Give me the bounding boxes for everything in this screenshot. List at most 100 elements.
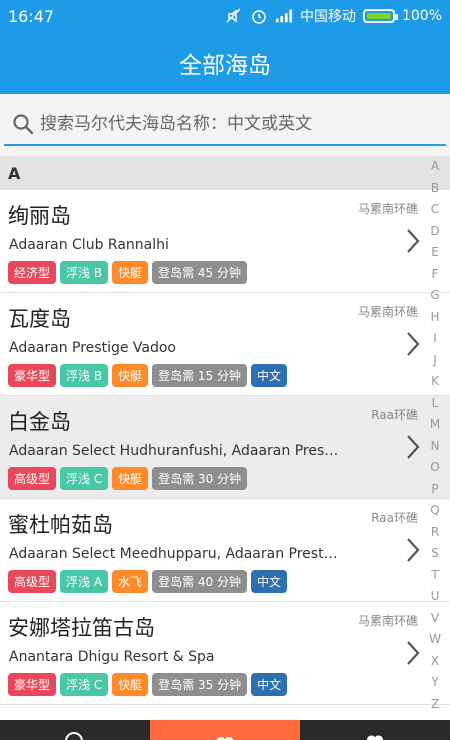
status-icons: 中国移动 100% [225, 6, 442, 26]
island-row[interactable]: 安娜塔拉笛古岛 马累南环礁 Anantara Dhigu Resort & Sp… [0, 602, 450, 705]
island-tag: 快艇 [112, 467, 149, 490]
search-icon [12, 113, 34, 135]
island-tag: 快艇 [112, 364, 149, 387]
island-tag: 登岛需 30 分钟 [152, 467, 248, 490]
search-input[interactable] [40, 114, 430, 134]
island-name-cn: 安娜塔拉笛古岛 [8, 616, 155, 640]
alarm-icon [250, 7, 268, 25]
mute-icon [225, 7, 243, 25]
index-letter[interactable]: Z [431, 698, 439, 710]
island-name-en: Adaaran Club Rannalhi [9, 237, 169, 253]
island-row[interactable]: 白金岛 Raa环礁 Adaaran Select Hudhuranfushi, … [0, 396, 450, 499]
index-letter[interactable]: F [432, 268, 439, 280]
heart-icon [367, 735, 383, 740]
index-letter[interactable]: C [431, 203, 439, 215]
island-tag: 中文 [251, 673, 288, 696]
index-letter[interactable]: R [431, 526, 439, 538]
status-bar: 16:47 中国移动 100% [0, 0, 450, 32]
search-box[interactable] [4, 104, 446, 146]
index-letter[interactable]: Q [430, 504, 439, 516]
island-tags: 高级型 浮浅 A 水飞 登岛需 40 分钟 中文 [8, 570, 287, 593]
index-letter[interactable]: D [430, 225, 439, 237]
island-tag: 高级型 [8, 467, 57, 490]
search-bar [0, 94, 450, 156]
chevron-right-icon [407, 641, 420, 665]
index-letter[interactable]: S [431, 547, 439, 559]
tab-search[interactable] [0, 720, 150, 740]
island-tag: 中文 [250, 570, 287, 593]
island-tag: 登岛需 35 分钟 [152, 673, 248, 696]
chevron-right-icon [407, 435, 420, 459]
bottom-tab-bar [0, 720, 450, 740]
island-tag: 中文 [251, 364, 288, 387]
index-letter[interactable]: K [431, 375, 439, 387]
search-tab-icon [65, 732, 83, 740]
index-letter[interactable]: H [430, 311, 439, 323]
index-letter[interactable]: W [429, 633, 441, 645]
island-tag: 登岛需 45 分钟 [152, 261, 247, 284]
section-header: A [0, 156, 450, 190]
index-letter[interactable]: V [431, 612, 439, 624]
island-tag: 登岛需 15 分钟 [152, 364, 247, 387]
island-tag: 浮浅 A [60, 570, 109, 593]
island-atoll: 马累南环礁 [357, 305, 418, 319]
index-letter[interactable]: P [431, 483, 438, 495]
index-letter[interactable]: L [432, 397, 439, 409]
island-tag: 浮浅 B [60, 364, 109, 387]
island-row[interactable]: 绚丽岛 马累南环礁 Adaaran Club Rannalhi 经济型 浮浅 B快… [0, 190, 450, 293]
index-letter[interactable]: A [431, 160, 439, 172]
battery-icon [362, 9, 398, 23]
island-name-en: Adaaran Prestige Vadoo [9, 340, 177, 356]
index-letter[interactable]: O [430, 461, 439, 473]
island-tag: 浮浅 C [60, 467, 109, 490]
island-name-cn: 蜜杜帕茹岛 [8, 513, 113, 537]
island-atoll: 马累南环礁 [357, 202, 418, 216]
island-tag: 浮浅 B [60, 261, 109, 284]
island-tag: 快艇 [112, 673, 149, 696]
index-letter[interactable]: U [431, 590, 440, 602]
island-tags: 豪华型 浮浅 B 快艇 登岛需 15 分钟 中文 [8, 364, 288, 387]
island-name-cn: 白金岛 [8, 410, 71, 434]
index-letter[interactable]: G [430, 289, 439, 301]
island-row[interactable]: 蜜杜帕茹岛 Raa环礁 Adaaran Select Meedhupparu, … [0, 499, 450, 602]
tab-islands[interactable] [150, 720, 300, 740]
chevron-right-icon [407, 229, 420, 253]
alphabet-index[interactable]: ABCDEFGHIJKLMNOPQRSTUVWXYZ [420, 160, 450, 710]
index-letter[interactable]: E [431, 246, 439, 258]
nav-bar: 全部海岛 [0, 32, 450, 94]
island-tags: 高级型 浮浅 C 快艇 登岛需 30 分钟 [8, 467, 248, 490]
index-letter[interactable]: X [431, 655, 439, 667]
island-tab-icon [216, 737, 234, 740]
chevron-right-icon [407, 332, 420, 356]
tab-favorites[interactable] [300, 720, 450, 740]
island-tag: 登岛需 40 分钟 [152, 570, 247, 593]
index-letter[interactable]: M [430, 418, 440, 430]
island-row-partial[interactable] [0, 705, 450, 720]
island-name-en: Adaaran Select Hudhuranfushi, Adaaran Pr… [9, 443, 339, 459]
island-tags: 豪华型 浮浅 C 快艇 登岛需 35 分钟 中文 [8, 673, 288, 696]
index-letter[interactable]: I [433, 332, 437, 344]
battery-label: 100% [401, 8, 442, 24]
chevron-right-icon [407, 538, 420, 562]
island-atoll: 马累南环礁 [357, 614, 418, 628]
island-tag: 经济型 [8, 261, 57, 284]
island-tags: 经济型 浮浅 B 快艇 登岛需 45 分钟 [8, 261, 247, 284]
island-row[interactable]: 瓦度岛 马累南环礁 Adaaran Prestige Vadoo 豪华型 浮浅 B… [0, 293, 450, 396]
island-tag: 豪华型 [8, 673, 57, 696]
status-time: 16:47 [8, 6, 55, 26]
island-name-cn: 绚丽岛 [8, 204, 71, 228]
island-tag: 水飞 [112, 570, 149, 593]
page-title: 全部海岛 [179, 53, 271, 79]
island-tag: 浮浅 C [60, 673, 109, 696]
island-tag: 快艇 [112, 261, 149, 284]
signal-icon [275, 7, 293, 25]
island-name-en: Anantara Dhigu Resort & Spa [9, 649, 215, 665]
index-letter[interactable]: B [431, 182, 439, 194]
index-letter[interactable]: J [433, 354, 437, 366]
island-atoll: Raa环礁 [371, 511, 418, 525]
section-letter: A [8, 163, 21, 183]
index-letter[interactable]: Y [431, 676, 438, 688]
index-letter[interactable]: N [431, 440, 440, 452]
index-letter[interactable]: T [431, 569, 438, 581]
carrier-label: 中国移动 [299, 9, 356, 25]
